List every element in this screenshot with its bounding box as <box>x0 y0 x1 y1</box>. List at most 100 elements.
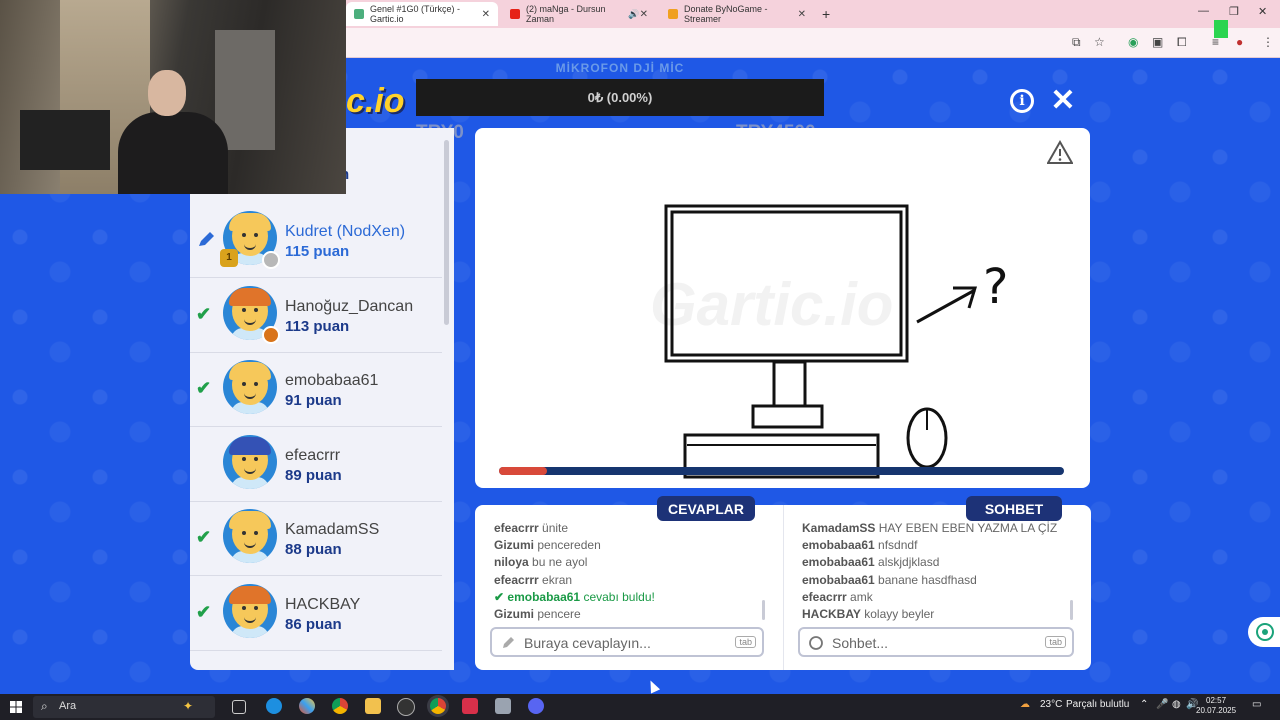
player-status-dot <box>262 251 280 269</box>
tab-gartic[interactable]: Genel #1G0 (Türkçe) - Gartic.io ✕ <box>346 2 498 26</box>
edge-icon[interactable] <box>266 698 282 714</box>
message-user: efeacrrr <box>494 572 539 587</box>
gartic-logo: c.io <box>346 82 405 120</box>
chrome-active-icon[interactable] <box>430 698 446 714</box>
avatar-eye <box>242 456 246 461</box>
extension-icon[interactable]: ▣ <box>1152 35 1163 49</box>
message-text: kolayy beyler <box>864 607 935 622</box>
tab-title: (2) maNga - Dursun Zaman <box>526 4 606 24</box>
round-timer-track <box>499 467 1064 475</box>
check-icon: ✔ <box>494 589 508 604</box>
player-name: Hanoğuz_Dancan <box>285 297 414 315</box>
message-user: emobabaa61 <box>802 572 875 587</box>
gartic-favicon-icon <box>354 9 364 19</box>
message-user: niloya <box>494 555 529 570</box>
taskbar-clock[interactable]: 02:57 20.07.2025 <box>1196 696 1236 716</box>
close-tab-icon[interactable]: ✕ <box>482 9 490 20</box>
obs-icon[interactable] <box>397 698 415 716</box>
message-line: efeacrrr amk <box>802 589 1067 606</box>
minimize-button[interactable]: — <box>1198 5 1209 17</box>
message-line: emobabaa61 alskjdjklasd <box>802 554 1067 571</box>
clock-date: 20.07.2025 <box>1196 706 1237 715</box>
avatar <box>223 360 277 415</box>
report-warning-icon[interactable] <box>1047 140 1073 166</box>
assistant-icon[interactable] <box>1248 617 1280 647</box>
drawn-question-mark: ? <box>983 259 1008 315</box>
message-line: efeacrrr ünite <box>494 520 759 537</box>
player-row[interactable]: efeacrrr 89 puan <box>190 427 442 502</box>
menu-dots-icon[interactable]: ⋮ <box>1262 35 1274 49</box>
chat-input[interactable]: Sohbet... tab <box>798 627 1074 657</box>
tab-youtube[interactable]: (2) maNga - Dursun Zaman 🔊 ✕ <box>502 2 656 26</box>
drawing-canvas[interactable]: Gartic.io ? <box>475 128 1090 488</box>
message-user: efeacrrr <box>494 521 539 535</box>
round-timer-fill <box>499 467 547 475</box>
chat-message-list: KamadamSS HAY EBEN EBEN YAZMA LA ÇİZ emob… <box>802 520 1067 623</box>
close-tab-icon[interactable]: ✕ <box>798 9 806 20</box>
player-row[interactable]: ✔ emobabaa61 91 puan <box>190 352 442 428</box>
youtube-favicon-icon <box>510 9 520 19</box>
drawn-arrow-shaft <box>916 288 976 324</box>
info-button[interactable]: i <box>1010 89 1034 113</box>
taskbar-search[interactable]: ⌕ Ara ✦ <box>33 696 215 718</box>
copilot-icon[interactable] <box>299 698 315 714</box>
message-user: emobabaa61 <box>802 538 875 553</box>
new-tab-button[interactable]: + <box>822 6 830 22</box>
weather-description[interactable]: Parçalı bulutlu <box>1066 699 1129 710</box>
weather-temperature[interactable]: 23°C <box>1040 699 1062 710</box>
pencil-icon <box>503 637 514 648</box>
answer-input[interactable]: Buraya cevaplayın... tab <box>490 627 764 657</box>
tray-chevron-icon[interactable]: ⌃ <box>1140 699 1148 710</box>
player-row[interactable]: ✔ Hanoğuz_Dancan 113 puan <box>190 278 442 353</box>
player-list-scrollbar[interactable] <box>444 140 449 325</box>
avatar-hair <box>229 287 271 306</box>
weather-icon: ☁ <box>1020 699 1030 710</box>
tab-key-hint: tab <box>735 636 756 648</box>
file-explorer-icon[interactable] <box>365 698 381 714</box>
avatar-eye <box>242 606 246 610</box>
bookmark-star-icon[interactable]: ☆ <box>1094 35 1105 49</box>
message-line: efeacrrr ekran <box>494 572 759 589</box>
chat-scrollbar[interactable] <box>1070 600 1073 620</box>
app-icon[interactable] <box>495 698 511 714</box>
microphone-icon[interactable]: 🎤 <box>1156 699 1168 710</box>
app-icon[interactable] <box>462 698 478 714</box>
bynogame-favicon-icon <box>668 9 678 19</box>
webcam-monitor <box>20 110 110 170</box>
kick-logo-icon <box>1214 20 1228 38</box>
install-app-icon[interactable]: ⧉ <box>1072 35 1081 50</box>
answers-tab[interactable]: CEVAPLAR <box>657 496 755 521</box>
drawn-monitor-stand <box>772 360 807 408</box>
message-line: niloya bu ne ayol <box>494 554 759 571</box>
message-text: banane hasdfhasd <box>878 572 977 587</box>
player-row[interactable]: ✔ HACKBAY 86 puan <box>190 576 442 651</box>
notifications-icon[interactable]: ▭ <box>1252 699 1261 710</box>
close-window-button[interactable]: ✕ <box>1258 5 1267 18</box>
maximize-button[interactable]: ❐ <box>1229 5 1239 18</box>
extensions-puzzle-icon[interactable]: ⧠ <box>1177 35 1187 50</box>
tab-bynogame[interactable]: Donate ByNoGame - Streamer ✕ <box>660 2 814 26</box>
guessed-check-icon: ✔ <box>196 378 212 399</box>
player-row[interactable]: ✔ KamadamSS 88 puan <box>190 501 442 577</box>
close-tab-icon[interactable]: ✕ <box>640 9 648 20</box>
windows-start-icon[interactable] <box>10 701 22 713</box>
message-user: emobabaa61 <box>507 589 581 604</box>
discord-icon[interactable] <box>528 698 544 714</box>
search-highlight-icon: ✦ <box>183 699 194 713</box>
message-text: nfsdndf <box>878 538 918 553</box>
chat-tab[interactable]: SOHBET <box>966 496 1062 521</box>
network-icon[interactable]: ◍ <box>1172 699 1181 710</box>
task-view-icon[interactable] <box>232 700 246 714</box>
message-text: alskjdjklasd <box>878 555 940 570</box>
guessed-check-icon: ✔ <box>196 527 212 548</box>
chrome-icon[interactable] <box>332 698 348 714</box>
answers-scrollbar[interactable] <box>762 600 765 620</box>
exit-room-button[interactable]: ✕ <box>1050 84 1076 117</box>
speaker-icon[interactable]: 🔊 <box>628 9 639 20</box>
profile-icon[interactable]: ● <box>1236 35 1243 49</box>
player-name: KamadamSS <box>285 521 380 539</box>
extension-icon[interactable]: ◉ <box>1128 35 1138 49</box>
player-row[interactable]: 1 Kudret (NodXen) 115 puan <box>190 203 442 278</box>
player-score: 115 puan <box>285 243 350 260</box>
webcam-overlay <box>0 0 346 194</box>
